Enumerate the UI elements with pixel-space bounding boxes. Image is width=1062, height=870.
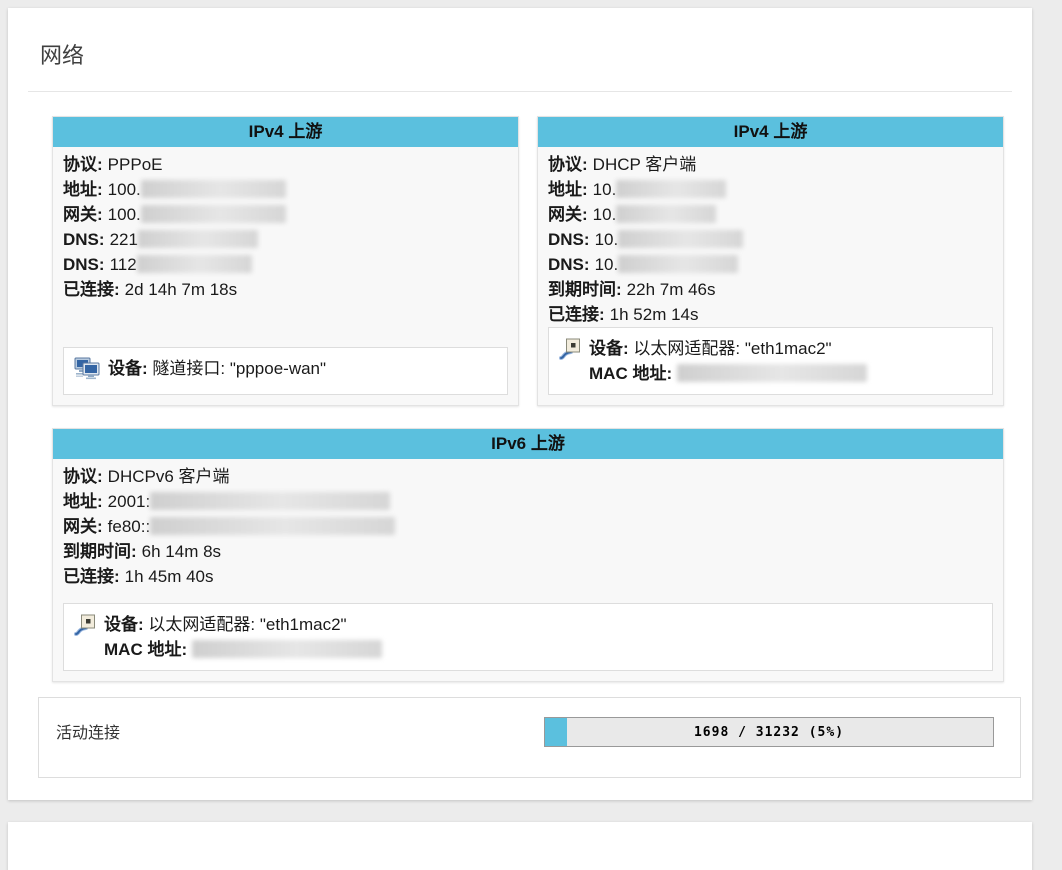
protocol-row: 协议:DHCP 客户端	[548, 152, 993, 177]
redacted-value	[141, 205, 286, 223]
gateway-row: 网关:100.	[63, 202, 508, 227]
card-ipv4-dhcp: IPv4 上游 协议:DHCP 客户端 地址:10. 网关:10. DNS:10…	[537, 116, 1004, 406]
card-ipv6: IPv6 上游 协议:DHCPv6 客户端 地址:2001: 网关:fe80::…	[52, 428, 1004, 682]
active-connections-box: 活动连接 1698 / 31232 (5%)	[38, 697, 1021, 778]
protocol-row: 协议:PPPoE	[63, 152, 508, 177]
redacted-value	[141, 180, 286, 198]
redacted-value	[677, 364, 867, 382]
address-row: 地址:2001:	[63, 489, 993, 514]
dns-row: DNS:221	[63, 227, 508, 252]
mac-row: MAC 地址:	[589, 361, 867, 386]
connections-progress-text: 1698 / 31232 (5%)	[545, 718, 993, 746]
protocol-row: 协议:DHCPv6 客户端	[63, 464, 993, 489]
mac-row: MAC 地址:	[104, 637, 382, 662]
connected-row: 已连接:1h 52m 14s	[548, 302, 993, 327]
device-row: 设备: 以太网适配器: "eth1mac2"	[104, 612, 382, 637]
redacted-value	[137, 255, 252, 273]
redacted-value	[616, 180, 726, 198]
redacted-value	[150, 517, 395, 535]
card-title: IPv4 上游	[538, 117, 1003, 147]
connected-row: 已连接:2d 14h 7m 18s	[63, 277, 508, 302]
dns-row: DNS:10.	[548, 252, 993, 277]
active-connections-label: 活动连接	[56, 717, 120, 743]
card-ipv4-pppoe: IPv4 上游 协议:PPPoE 地址:100. 网关:100. DNS:221…	[52, 116, 519, 406]
connections-progress-bar: 1698 / 31232 (5%)	[544, 717, 994, 747]
device-info: 设备: 以太网适配器: "eth1mac2" MAC 地址:	[63, 603, 993, 671]
connected-row: 已连接:1h 45m 40s	[63, 564, 993, 589]
ethernet-icon	[74, 613, 97, 642]
next-section-panel	[8, 822, 1032, 870]
card-title: IPv4 上游	[53, 117, 518, 147]
network-status-panel: 网络 IPv4 上游 协议:PPPoE 地址:100. 网关:100. DNS:…	[8, 8, 1032, 800]
redacted-value	[150, 492, 390, 510]
address-row: 地址:10.	[548, 177, 993, 202]
redacted-value	[138, 230, 258, 248]
address-row: 地址:100.	[63, 177, 508, 202]
page-title: 网络	[8, 8, 1032, 70]
title-divider	[28, 91, 1012, 92]
device-row: 设备: 隧道接口: "pppoe-wan"	[108, 356, 326, 381]
device-info: 设备: 隧道接口: "pppoe-wan"	[63, 347, 508, 395]
tunnel-icon	[74, 357, 101, 386]
dns-row: DNS:10.	[548, 227, 993, 252]
expires-row: 到期时间:6h 14m 8s	[63, 539, 993, 564]
redacted-value	[616, 205, 716, 223]
device-info: 设备: 以太网适配器: "eth1mac2" MAC 地址:	[548, 327, 993, 395]
device-row: 设备: 以太网适配器: "eth1mac2"	[589, 336, 867, 361]
redacted-value	[618, 230, 743, 248]
ipv4-cards-row: IPv4 上游 协议:PPPoE 地址:100. 网关:100. DNS:221…	[52, 116, 1004, 406]
redacted-value	[192, 640, 382, 658]
card-title: IPv6 上游	[53, 429, 1003, 459]
expires-row: 到期时间:22h 7m 46s	[548, 277, 993, 302]
gateway-row: 网关:fe80::	[63, 514, 993, 539]
dns-row: DNS:112	[63, 252, 508, 277]
ethernet-icon	[559, 337, 582, 366]
gateway-row: 网关:10.	[548, 202, 993, 227]
redacted-value	[618, 255, 738, 273]
